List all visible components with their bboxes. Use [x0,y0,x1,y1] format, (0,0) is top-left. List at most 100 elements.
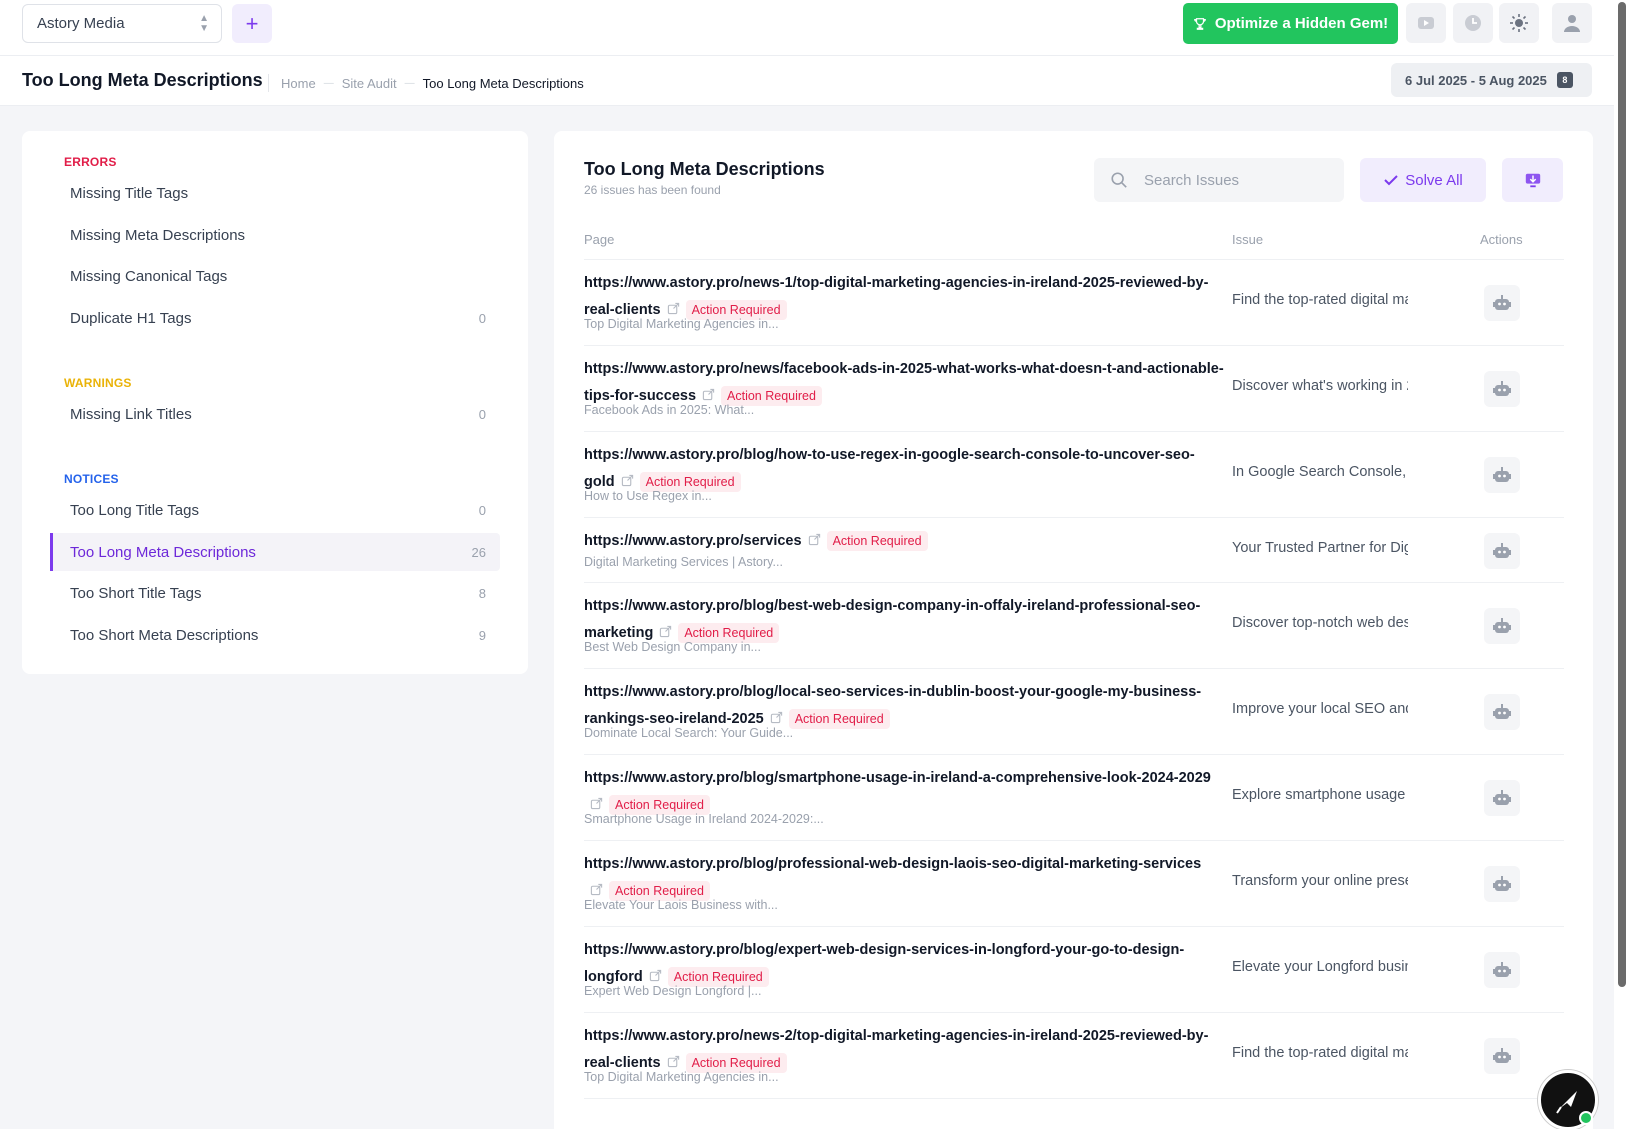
chevron-up-down-icon: ▲ ▼ [199,13,209,34]
sidebar-item-missing-title-tags[interactable]: Missing Title Tags [50,174,500,212]
page-title-snippet: How to Use Regex in... [584,489,712,503]
sidebar-item-label: Too Long Meta Descriptions [70,543,256,561]
add-site-button[interactable]: + [232,4,272,43]
assistant-launcher-button[interactable] [1538,1070,1598,1129]
ai-fix-button[interactable] [1484,1038,1520,1074]
sidebar-item-label: Missing Canonical Tags [70,267,228,285]
page-url-link[interactable]: https://www.astory.pro/blog/best-web-des… [584,598,1200,641]
breadcrumb-current: Too Long Meta Descriptions [422,75,584,91]
external-link-icon[interactable] [590,797,603,810]
breadcrumb-site-audit[interactable]: Site Audit [342,76,397,91]
site-select[interactable]: Astory Media ▲ ▼ [22,4,222,43]
site-select-value: Astory Media [37,15,125,32]
page-title-snippet: Facebook Ads in 2025: What... [584,403,755,417]
issue-category-sidebar: ERRORS Missing Title Tags Missing Meta D… [22,131,528,674]
sidebar-item-missing-canonical-tags[interactable]: Missing Canonical Tags [50,257,500,295]
external-link-icon[interactable] [649,969,662,982]
sidebar-item-count: 0 [478,502,486,518]
page-url-link[interactable]: https://www.astory.pro/services [584,533,802,549]
page-scrollbar[interactable] [1614,0,1630,1129]
table-row: https://www.astory.pro/blog/smartphone-u… [584,755,1564,841]
video-button[interactable] [1406,3,1446,43]
external-link-icon[interactable] [667,302,680,315]
column-header-issue: Issue [1232,232,1264,247]
page-url-cell: https://www.astory.pro/blog/local-seo-se… [584,679,1224,733]
top-bar: Astory Media ▲ ▼ + Optimize a Hidden Gem! [0,0,1630,56]
sidebar-item-too-short-meta-descriptions[interactable]: Too Short Meta Descriptions 9 [50,616,500,654]
ai-fix-button[interactable] [1484,780,1520,816]
sidebar-item-too-long-title-tags[interactable]: Too Long Title Tags 0 [50,491,500,529]
ai-fix-button[interactable] [1484,371,1520,407]
date-range-picker[interactable]: 6 Jul 2025 - 5 Aug 2025 8 [1391,63,1592,97]
ai-fix-button[interactable] [1484,285,1520,321]
history-button[interactable] [1453,3,1493,43]
ai-robot-icon [1493,790,1511,805]
issues-panel: Too Long Meta Descriptions 26 issues has… [554,131,1593,1129]
sidebar-item-missing-meta-descriptions[interactable]: Missing Meta Descriptions [50,216,500,254]
page-url-cell: https://www.astory.pro/blog/how-to-use-r… [584,442,1224,496]
theme-toggle-button[interactable] [1499,3,1539,43]
search-input[interactable] [1144,171,1324,189]
page-url-cell: https://www.astory.pro/blog/best-web-des… [584,593,1224,647]
page-header: Too Long Meta Descriptions Home — Site A… [0,56,1630,106]
issues-title: Too Long Meta Descriptions [584,159,825,179]
breadcrumb-separator: — [404,77,415,89]
issue-text: Discover what's working in 2025 [1232,378,1408,394]
page-url-cell: https://www.astory.pro/blog/professional… [584,851,1224,905]
external-link-icon[interactable] [770,711,783,724]
external-link-icon[interactable] [702,388,715,401]
issue-text: Find the top-rated digital marketing [1232,1045,1408,1061]
sidebar-item-label: Missing Link Titles [70,405,192,423]
page-url-link[interactable]: https://www.astory.pro/news/facebook-ads… [584,361,1224,404]
status-badge: Action Required [826,531,928,551]
page-title-snippet: Expert Web Design Longford |... [584,984,762,998]
page-url-cell: https://www.astory.pro/services Action Re… [584,528,1224,555]
solve-all-label: Solve All [1405,171,1463,189]
page-url-link[interactable]: https://www.astory.pro/blog/local-seo-se… [584,684,1201,727]
external-link-icon[interactable] [590,883,603,896]
breadcrumb-separator: — [323,77,334,89]
sidebar-item-too-short-title-tags[interactable]: Too Short Title Tags 8 [50,574,500,612]
ai-fix-button[interactable] [1484,866,1520,902]
scrollbar-thumb[interactable] [1618,2,1626,987]
solve-all-button[interactable]: Solve All [1360,158,1486,202]
optimize-hidden-gem-button[interactable]: Optimize a Hidden Gem! [1183,3,1398,44]
search-box[interactable] [1094,158,1344,202]
table-row: https://www.astory.pro/blog/professional… [584,841,1564,927]
group-title-errors: ERRORS [64,155,117,169]
ai-fix-button[interactable] [1484,533,1520,569]
sidebar-item-missing-link-titles[interactable]: Missing Link Titles 0 [50,395,500,433]
external-link-icon[interactable] [808,533,821,546]
calendar-icon: 8 [1556,72,1573,88]
external-link-icon[interactable] [621,474,634,487]
table-row: https://www.astory.pro/blog/local-seo-se… [584,669,1564,755]
issue-text: In Google Search Console, regex [1232,464,1408,480]
external-link-icon[interactable] [667,1055,680,1068]
page-url-cell: https://www.astory.pro/blog/expert-web-d… [584,937,1224,991]
table-row: https://www.astory.pro/blog/how-to-use-r… [584,432,1564,518]
external-link-icon[interactable] [659,625,672,638]
issue-text: Your Trusted Partner for Digital [1232,540,1408,556]
issue-text: Elevate your Longford business [1232,959,1408,975]
issue-text: Discover top-notch web design [1232,615,1408,631]
download-icon [1525,173,1540,188]
sidebar-item-duplicate-h1-tags[interactable]: Duplicate H1 Tags 0 [50,299,500,337]
column-header-page: Page [584,232,615,247]
user-menu-button[interactable] [1552,3,1592,43]
ai-fix-button[interactable] [1484,457,1520,493]
page-url-cell: https://www.astory.pro/news/facebook-ads… [584,356,1224,410]
sidebar-item-too-long-meta-descriptions[interactable]: Too Long Meta Descriptions 26 [50,533,500,571]
page-url-cell: https://www.astory.pro/news-2/top-digita… [584,1023,1224,1077]
table-row: https://www.astory.pro/news/facebook-ads… [584,346,1564,432]
breadcrumb-home[interactable]: Home [281,76,316,91]
page-url-link[interactable]: https://www.astory.pro/blog/smartphone-u… [584,770,1211,786]
page-title-snippet: Top Digital Marketing Agencies in... [584,317,779,331]
page-url-link[interactable]: https://www.astory.pro/blog/professional… [584,856,1201,872]
ai-fix-button[interactable] [1484,608,1520,644]
export-button[interactable] [1502,158,1563,202]
sidebar-item-label: Missing Title Tags [70,184,189,202]
page-title-snippet: Digital Marketing Services | Astory... [584,555,783,569]
ai-fix-button[interactable] [1484,694,1520,730]
online-status-dot [1579,1111,1593,1125]
ai-fix-button[interactable] [1484,952,1520,988]
